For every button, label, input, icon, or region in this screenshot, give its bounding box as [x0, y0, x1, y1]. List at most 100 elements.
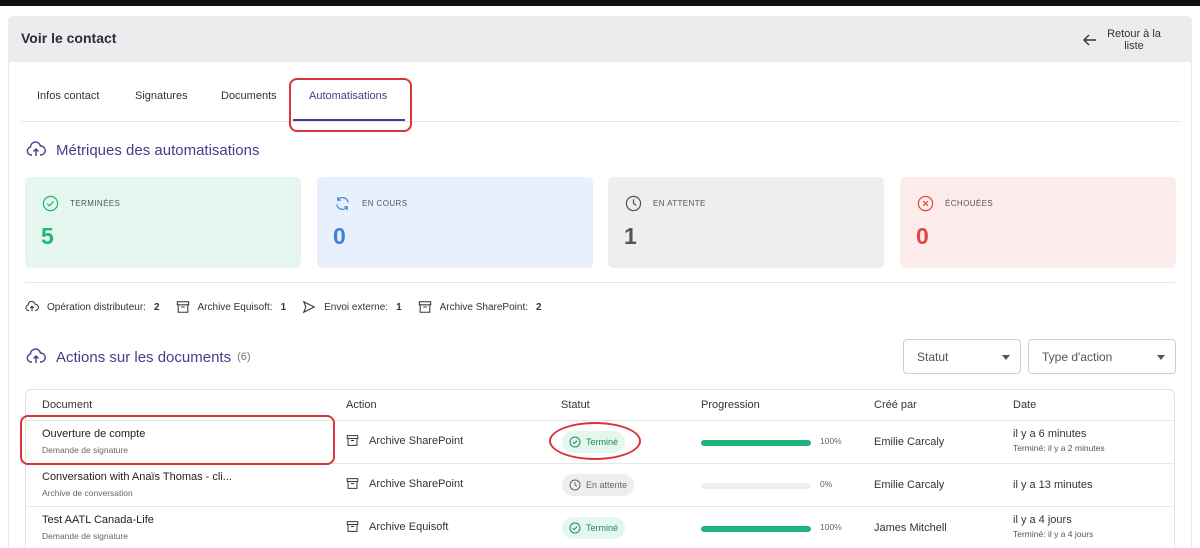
documents-table: Document Action Statut Progression Créé … — [25, 389, 1175, 548]
caret-down-icon — [1157, 355, 1165, 360]
progress-percent: 100% — [820, 522, 842, 532]
archive-icon — [346, 521, 359, 532]
status-label: Terminé — [586, 523, 619, 533]
action-label: Archive SharePoint — [369, 434, 464, 447]
created-by: Emilie Carcaly — [874, 436, 945, 448]
check-circle-icon — [42, 195, 59, 212]
metric-value: 0 — [333, 223, 346, 249]
metric-value: 5 — [41, 223, 54, 249]
created-by: James Mitchell — [874, 522, 947, 534]
table-row[interactable]: Test AATL Canada-Life Demande de signatu… — [26, 506, 1174, 548]
archive-icon — [176, 301, 189, 313]
metric-label: EN ATTENTE — [653, 199, 706, 208]
progress-bar — [701, 440, 811, 446]
page-title: Voir le contact — [21, 30, 117, 46]
metrics-title: Métriques des automatisations — [26, 140, 259, 160]
cloud-upload-icon — [26, 141, 46, 156]
stat-label: Opération distributeur: — [47, 301, 146, 313]
tab-signatures[interactable]: Signatures — [135, 90, 188, 102]
highlight-ellipse — [549, 422, 641, 460]
app-window: Voir le contact Retour à la liste Infos … — [0, 0, 1200, 548]
highlight-box — [289, 78, 412, 132]
archive-icon — [346, 435, 359, 446]
action-label: Archive Equisoft — [369, 520, 449, 533]
date-created: il y a 4 jours — [1013, 514, 1072, 526]
metrics-title-label: Métriques des automatisations — [56, 141, 260, 159]
tab-bar: Infos contact Signatures Documents Autom… — [21, 62, 1181, 122]
archive-icon — [418, 301, 431, 313]
document-title[interactable]: Conversation with Anaïs Thomas - cli... — [42, 471, 232, 483]
stat-label: Envoi externe: — [324, 301, 389, 313]
document-title[interactable]: Test AATL Canada-Life — [42, 514, 154, 526]
stat-operation-distributeur: Opération distributeur: 2 — [25, 300, 160, 314]
progress-bar-fill — [701, 526, 811, 532]
metric-label: ÉCHOUÉES — [945, 199, 994, 208]
metric-label: TERMINÉES — [70, 199, 121, 208]
document-subtitle: Demande de signature — [42, 531, 129, 541]
progress-percent: 100% — [820, 436, 842, 446]
archive-icon — [346, 478, 359, 489]
clock-icon — [569, 479, 581, 491]
progress-bar — [701, 483, 811, 489]
column-header-action: Action — [346, 399, 377, 411]
metric-card-en-attente: EN ATTENTE 1 — [608, 177, 884, 268]
column-header-date: Date — [1013, 399, 1037, 411]
cloud-upload-icon — [26, 348, 46, 363]
tab-infos-contact[interactable]: Infos contact — [37, 90, 99, 102]
stat-label: Archive SharePoint: — [439, 301, 529, 313]
progress-percent: 0% — [820, 479, 833, 489]
refresh-icon — [336, 196, 349, 211]
status-label: En attente — [586, 480, 628, 490]
date-completed: Terminé: il y a 2 minutes — [1013, 443, 1105, 453]
status-badge: Terminé — [562, 517, 626, 539]
column-header-statut: Statut — [561, 399, 590, 411]
stat-value: 1 — [396, 301, 402, 313]
divider — [25, 282, 1175, 283]
check-circle-icon — [569, 522, 581, 534]
clock-icon — [625, 195, 642, 212]
metric-card-terminees: TERMINÉES 5 — [25, 177, 301, 268]
stat-archive-sharepoint: Archive SharePoint: 2 — [418, 300, 542, 314]
arrow-left-icon — [1083, 34, 1096, 46]
date-completed: Terminé: il y a 4 jours — [1013, 529, 1094, 539]
back-to-list-button[interactable]: Retour à la liste — [1074, 23, 1174, 57]
action-label: Archive SharePoint — [369, 477, 464, 490]
progress-bar-fill — [701, 440, 811, 446]
progress-bar — [701, 526, 811, 532]
send-icon — [302, 300, 316, 314]
tab-documents[interactable]: Documents — [221, 90, 277, 102]
action-type-filter-select[interactable]: Type d'action — [1028, 339, 1176, 374]
metric-value: 1 — [624, 223, 637, 249]
action-cell: Archive SharePoint — [346, 434, 463, 447]
caret-down-icon — [1002, 355, 1010, 360]
documents-count: (6) — [237, 351, 251, 363]
stat-archive-equisoft: Archive Equisoft: 1 — [176, 300, 286, 314]
page-header: Voir le contact Retour à la liste — [8, 16, 1192, 62]
stat-value: 2 — [153, 301, 160, 313]
status-filter-value: Statut — [917, 349, 949, 364]
back-label: Retour à la liste — [1107, 28, 1161, 52]
cloud-upload-icon — [25, 300, 39, 312]
documents-title-label: Actions sur les documents — [56, 348, 232, 366]
stat-label: Archive Equisoft: — [197, 301, 273, 313]
x-circle-icon — [917, 195, 934, 212]
action-type-filter-value: Type d'action — [1042, 349, 1113, 364]
document-subtitle: Archive de conversation — [42, 488, 133, 498]
action-cell: Archive Equisoft — [346, 520, 448, 533]
documents-title: Actions sur les documents (6) — [26, 347, 251, 367]
date-created: il y a 6 minutes — [1013, 428, 1087, 440]
metric-card-echouees: ÉCHOUÉES 0 — [900, 177, 1176, 268]
date-created: il y a 13 minutes — [1013, 479, 1093, 491]
status-badge: En attente — [562, 474, 635, 496]
created-by: Emilie Carcaly — [874, 479, 945, 491]
table-row[interactable]: Conversation with Anaïs Thomas - cli... … — [26, 463, 1174, 506]
main-content: Infos contact Signatures Documents Autom… — [8, 62, 1192, 548]
column-header-cree-par: Créé par — [874, 399, 917, 411]
stat-value: 2 — [536, 301, 542, 313]
metric-card-en-cours: EN COURS 0 — [317, 177, 593, 268]
status-filter-select[interactable]: Statut — [903, 339, 1021, 374]
column-header-document: Document — [42, 399, 93, 411]
column-header-progression: Progression — [701, 399, 760, 411]
metric-value: 0 — [916, 223, 929, 249]
stat-envoi-externe: Envoi externe: 1 — [302, 300, 402, 314]
